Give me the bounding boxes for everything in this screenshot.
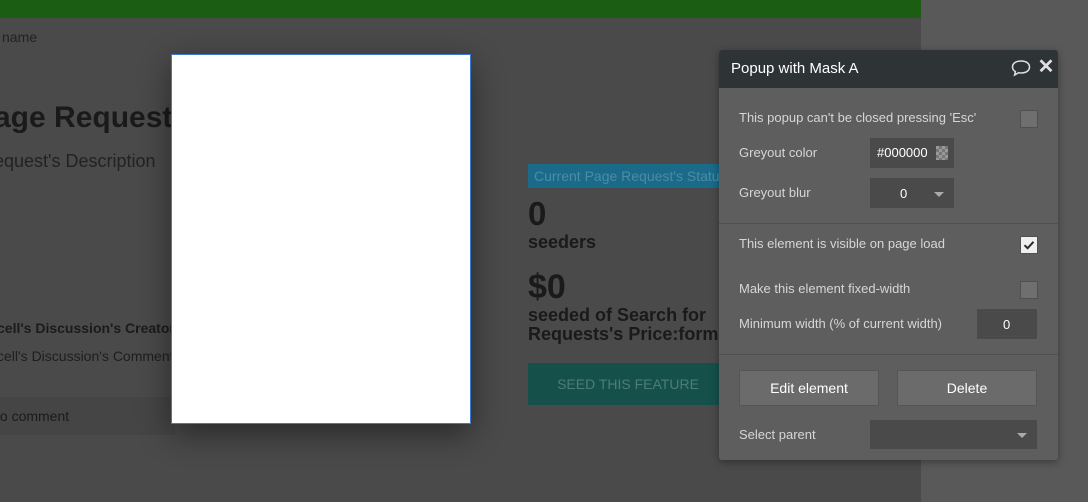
seeders-count: 0 (528, 195, 547, 232)
panel-header: Popup with Mask A ✕ (719, 50, 1058, 88)
visible-on-load-checkbox[interactable] (1020, 236, 1038, 254)
fixed-width-label: Make this element fixed-width (739, 281, 911, 296)
greyout-color-field[interactable]: #000000 (870, 138, 954, 168)
visible-on-load-label: This element is visible on page load (739, 236, 945, 251)
status-badge-label: Current Page Request's Status (534, 168, 727, 184)
close-icon[interactable]: ✕ (1037, 57, 1055, 77)
page-header-bar (0, 0, 921, 18)
min-width-input[interactable]: 0 (977, 309, 1037, 339)
greyout-blur-label: Greyout blur (739, 185, 811, 200)
greyout-blur-select[interactable]: 0 (870, 178, 954, 208)
seeded-text-line-2: Requests's Price:form... (528, 324, 734, 344)
discussion-comment: cell's Discussion's Comment (0, 348, 174, 364)
esc-checkbox[interactable] (1020, 110, 1038, 128)
price-value: $0 (528, 268, 566, 306)
greyout-blur-value: 0 (900, 186, 908, 201)
status-badge: Current Page Request's Status (528, 164, 733, 188)
page-request-title: age Request' (0, 101, 180, 134)
delete-button[interactable]: Delete (897, 370, 1037, 406)
comment-icon[interactable] (1011, 59, 1031, 77)
chevron-down-icon (934, 192, 944, 197)
name-label: name (2, 29, 38, 45)
seeded-text-line-1: seeded of Search for (528, 305, 707, 325)
property-editor-panel: Popup with Mask A ✕ This popup can't be … (719, 50, 1058, 460)
min-width-label: Minimum width (% of current width) (739, 316, 942, 331)
select-parent-label: Select parent (739, 427, 816, 442)
color-swatch[interactable] (936, 146, 948, 160)
divider (719, 354, 1058, 355)
seed-feature-button: SEED THIS FEATURE (528, 363, 728, 405)
seeders-label: seeders (528, 232, 597, 252)
select-parent-dropdown[interactable] (870, 420, 1037, 449)
comment-prompt: to comment (0, 408, 70, 424)
esc-option-label: This popup can't be closed pressing 'Esc… (739, 110, 977, 125)
seeded-text: seeded of Search for Requests's Price:fo… (528, 306, 733, 344)
greyout-color-value: #000000 (877, 145, 928, 160)
discussion-creator: cell's Discussion's Creator's (0, 320, 186, 336)
min-width-value: 0 (1003, 317, 1011, 332)
fixed-width-checkbox[interactable] (1020, 281, 1038, 299)
page-request-description: equest's Description (0, 151, 156, 171)
popup-mask-a[interactable] (171, 54, 471, 424)
chevron-down-icon (1017, 433, 1027, 438)
edit-element-button[interactable]: Edit element (739, 370, 879, 406)
greyout-color-label: Greyout color (739, 145, 818, 160)
divider (719, 223, 1058, 224)
check-icon (1023, 241, 1035, 250)
panel-title: Popup with Mask A (731, 60, 859, 77)
